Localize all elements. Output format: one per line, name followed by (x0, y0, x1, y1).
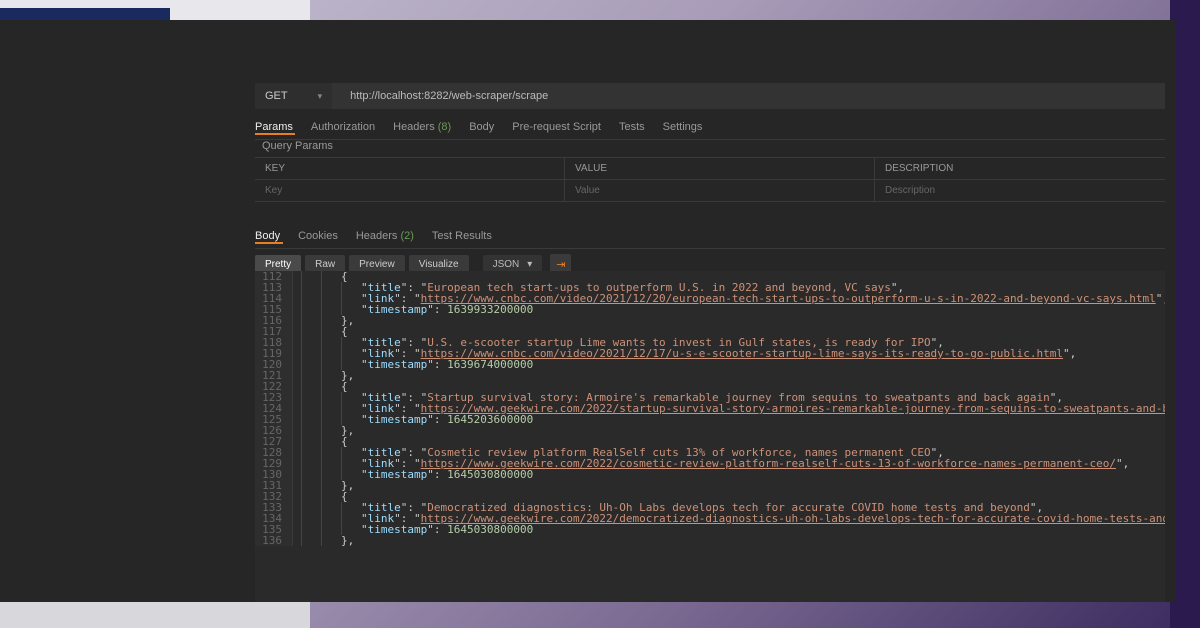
tab-authorization[interactable]: Authorization (311, 121, 375, 133)
tab-prerequest[interactable]: Pre-request Script (512, 121, 601, 133)
value-input[interactable]: Value (565, 180, 875, 201)
method-label: GET (265, 90, 288, 102)
request-tabs: Params Authorization Headers (8) Body Pr… (255, 115, 1165, 140)
params-table: KEY VALUE DESCRIPTION Key Value Descript… (255, 157, 1165, 202)
method-dropdown[interactable]: GET ▾ (255, 90, 332, 102)
chevron-down-icon: ▾ (318, 91, 323, 102)
tab-underline (255, 133, 295, 135)
tab-resp-body[interactable]: Body (255, 230, 280, 242)
tab-settings[interactable]: Settings (663, 121, 703, 133)
resp-tab-underline (255, 242, 283, 244)
tab-resp-headers[interactable]: Headers (2) (356, 230, 414, 242)
top-blue-accent (0, 8, 170, 20)
tab-params[interactable]: Params (255, 121, 293, 133)
col-header-value: VALUE (565, 158, 875, 179)
tab-body[interactable]: Body (469, 121, 494, 133)
api-panel: GET ▾ http://localhost:8282/web-scraper/… (0, 20, 1175, 602)
response-tabs: Body Cookies Headers (2) Test Results (255, 224, 1165, 249)
key-input[interactable]: Key (255, 180, 565, 201)
col-header-desc: DESCRIPTION (875, 158, 1165, 179)
tab-headers[interactable]: Headers (8) (393, 121, 451, 133)
chevron-down-icon: ▾ (527, 259, 532, 270)
request-bar: GET ▾ http://localhost:8282/web-scraper/… (255, 83, 1165, 109)
url-input[interactable]: http://localhost:8282/web-scraper/scrape (332, 83, 1165, 109)
col-header-key: KEY (255, 158, 565, 179)
desc-input[interactable]: Description (875, 180, 1165, 201)
response-body[interactable]: 112{113"title": "European tech start-ups… (255, 271, 1165, 602)
query-params-label: Query Params (262, 140, 333, 152)
tab-tests[interactable]: Tests (619, 121, 645, 133)
tab-resp-tests[interactable]: Test Results (432, 230, 492, 242)
tab-resp-cookies[interactable]: Cookies (298, 230, 338, 242)
